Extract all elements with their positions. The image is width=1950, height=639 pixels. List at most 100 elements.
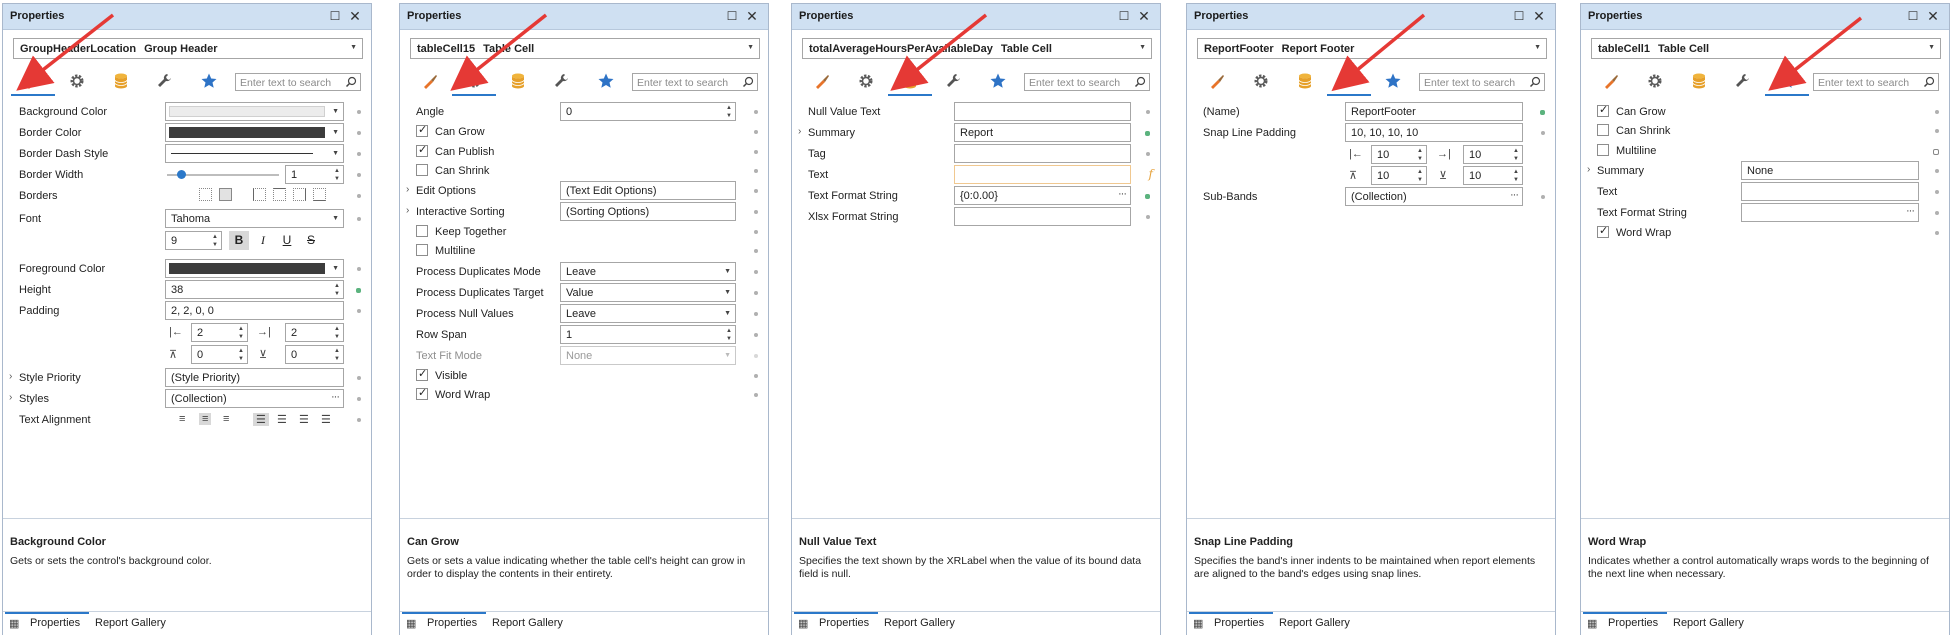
maximize-icon[interactable]: ☐: [327, 8, 343, 24]
angle-spin[interactable]: 0 ▲ ▼: [560, 102, 736, 121]
prop-row[interactable]: Null Value Text: [792, 102, 1162, 122]
tab-design[interactable]: [1721, 66, 1765, 96]
tab-report-gallery[interactable]: Report Gallery: [884, 612, 974, 635]
align-justify-icon[interactable]: ☰: [321, 413, 331, 426]
prop-row[interactable]: Sub-Bands (Collection) ···: [1187, 187, 1557, 207]
expand-icon[interactable]: ›: [9, 371, 12, 382]
tab-data[interactable]: [99, 66, 143, 96]
text-input[interactable]: [954, 207, 1131, 226]
expand-icon[interactable]: ›: [9, 392, 12, 403]
tab-design[interactable]: [143, 66, 187, 96]
border-all-icon[interactable]: [219, 188, 232, 201]
dash-style-select[interactable]: ▼: [165, 144, 344, 163]
prop-row[interactable]: Snap Line Padding 10, 10, 10, 10: [1187, 123, 1557, 143]
ellipsis-button[interactable]: ···: [1510, 189, 1519, 201]
italic-button[interactable]: I: [253, 231, 273, 250]
checkbox[interactable]: [416, 123, 428, 137]
expand-icon[interactable]: ›: [406, 184, 409, 195]
tab-report-gallery[interactable]: Report Gallery: [95, 612, 185, 635]
align-top-icon[interactable]: ≡: [179, 413, 185, 425]
prop-row[interactable]: Process Duplicates Target Value ▼: [400, 283, 770, 303]
maximize-icon[interactable]: ☐: [724, 8, 740, 24]
checkbox[interactable]: [416, 143, 428, 157]
padding-input[interactable]: 10, 10, 10, 10: [1345, 123, 1523, 142]
tab-properties[interactable]: ▦ Properties: [794, 612, 878, 635]
object-selector[interactable]: GroupHeaderLocation Group Header ▼: [13, 38, 363, 59]
format-input[interactable]: ···: [1741, 203, 1919, 222]
prop-row[interactable]: Border Dash Style ▼: [3, 144, 373, 164]
checkbox[interactable]: [416, 225, 428, 237]
ellipsis-button[interactable]: ···: [1118, 188, 1127, 200]
name-input[interactable]: ReportFooter: [1345, 102, 1523, 121]
checkbox[interactable]: [1597, 103, 1609, 117]
maximize-icon[interactable]: ☐: [1511, 8, 1527, 24]
prop-row[interactable]: Keep Together: [400, 222, 770, 242]
border-left-icon[interactable]: [253, 188, 266, 201]
checkbox[interactable]: [1597, 224, 1609, 238]
tab-favorites[interactable]: [1371, 66, 1415, 96]
prop-row[interactable]: Text Alignment ≡ ≡ ≡ ☰ ☰ ☰ ☰: [3, 410, 373, 430]
padding-right-spin[interactable]: 2 ▲ ▼: [285, 323, 344, 342]
prop-row[interactable]: Angle 0 ▲ ▼: [400, 102, 770, 122]
tab-behavior[interactable]: [1239, 66, 1283, 96]
underline-button[interactable]: U: [277, 231, 297, 250]
checkbox[interactable]: [416, 386, 428, 400]
padding-top-spin[interactable]: 0 ▲ ▼: [191, 345, 248, 364]
prop-row[interactable]: Tag: [792, 144, 1162, 164]
prop-row[interactable]: Border Width 1 ▲ ▼: [3, 165, 373, 185]
align-center-icon[interactable]: ☰: [277, 413, 287, 426]
prop-row[interactable]: › Style Priority (Style Priority): [3, 368, 373, 388]
prop-row[interactable]: › Edit Options (Text Edit Options): [400, 181, 770, 201]
padding-bottom-spin[interactable]: 10 ▲ ▼: [1463, 166, 1523, 185]
prop-row[interactable]: Visible: [400, 366, 770, 386]
search-input[interactable]: Enter text to search: [1024, 73, 1150, 91]
tab-favorites[interactable]: [187, 66, 231, 96]
tab-report-gallery[interactable]: Report Gallery: [492, 612, 582, 635]
align-right-icon[interactable]: ☰: [299, 413, 309, 426]
font-select[interactable]: Tahoma ▼: [165, 209, 344, 228]
tab-favorites[interactable]: [1765, 66, 1809, 96]
padding-input[interactable]: 2, 2, 0, 0: [165, 301, 344, 320]
maximize-icon[interactable]: ☐: [1116, 8, 1132, 24]
prop-row[interactable]: Can Shrink: [400, 161, 770, 181]
prop-row[interactable]: Text: [1581, 182, 1950, 202]
tab-report-gallery[interactable]: Report Gallery: [1673, 612, 1763, 635]
tab-favorites[interactable]: [976, 66, 1020, 96]
expression-icon[interactable]: f: [1149, 167, 1153, 181]
prop-row[interactable]: Borders: [3, 186, 373, 206]
prop-row[interactable]: Multiline: [1581, 141, 1950, 161]
tab-appearance[interactable]: [1589, 66, 1633, 96]
border-bottom-icon[interactable]: [313, 188, 326, 201]
border-top-icon[interactable]: [273, 188, 286, 201]
prop-row[interactable]: Height 38 ▲ ▼: [3, 280, 373, 300]
tab-properties[interactable]: ▦ Properties: [1583, 612, 1667, 635]
prop-row[interactable]: › Interactive Sorting (Sorting Options): [400, 202, 770, 222]
maximize-icon[interactable]: ☐: [1905, 8, 1921, 24]
border-width-spin[interactable]: 1 ▲ ▼: [285, 165, 344, 184]
tab-data[interactable]: [1283, 66, 1327, 96]
checkbox[interactable]: [416, 164, 428, 176]
format-input[interactable]: {0:0.00} ···: [954, 186, 1131, 205]
tab-properties[interactable]: ▦ Properties: [1189, 612, 1273, 635]
object-selector[interactable]: tableCell1 Table Cell ▼: [1591, 38, 1941, 59]
row-span-spin[interactable]: 1 ▲ ▼: [560, 325, 736, 344]
prop-row[interactable]: Process Null Values Leave ▼: [400, 304, 770, 324]
prop-row[interactable]: › Styles (Collection) ···: [3, 389, 373, 409]
prop-row[interactable]: Border Color ▼: [3, 123, 373, 143]
tab-favorites[interactable]: [584, 66, 628, 96]
tab-data[interactable]: [496, 66, 540, 96]
tab-appearance[interactable]: [1195, 66, 1239, 96]
tab-properties[interactable]: ▦ Properties: [5, 612, 89, 635]
padding-bottom-spin[interactable]: 0 ▲ ▼: [285, 345, 344, 364]
prop-row[interactable]: Can Shrink: [1581, 121, 1950, 141]
tab-behavior[interactable]: [55, 66, 99, 96]
object-selector[interactable]: ReportFooter Report Footer ▼: [1197, 38, 1547, 59]
padding-left-spin[interactable]: 10 ▲ ▼: [1371, 145, 1427, 164]
padding-left-spin[interactable]: 2 ▲ ▼: [191, 323, 248, 342]
search-input[interactable]: Enter text to search: [1813, 73, 1939, 91]
strikeout-button[interactable]: S: [301, 231, 321, 250]
expand-icon[interactable]: ›: [798, 126, 801, 137]
tab-behavior[interactable]: [452, 66, 496, 96]
tab-appearance[interactable]: [11, 66, 55, 96]
prop-row[interactable]: Xlsx Format String: [792, 207, 1162, 227]
